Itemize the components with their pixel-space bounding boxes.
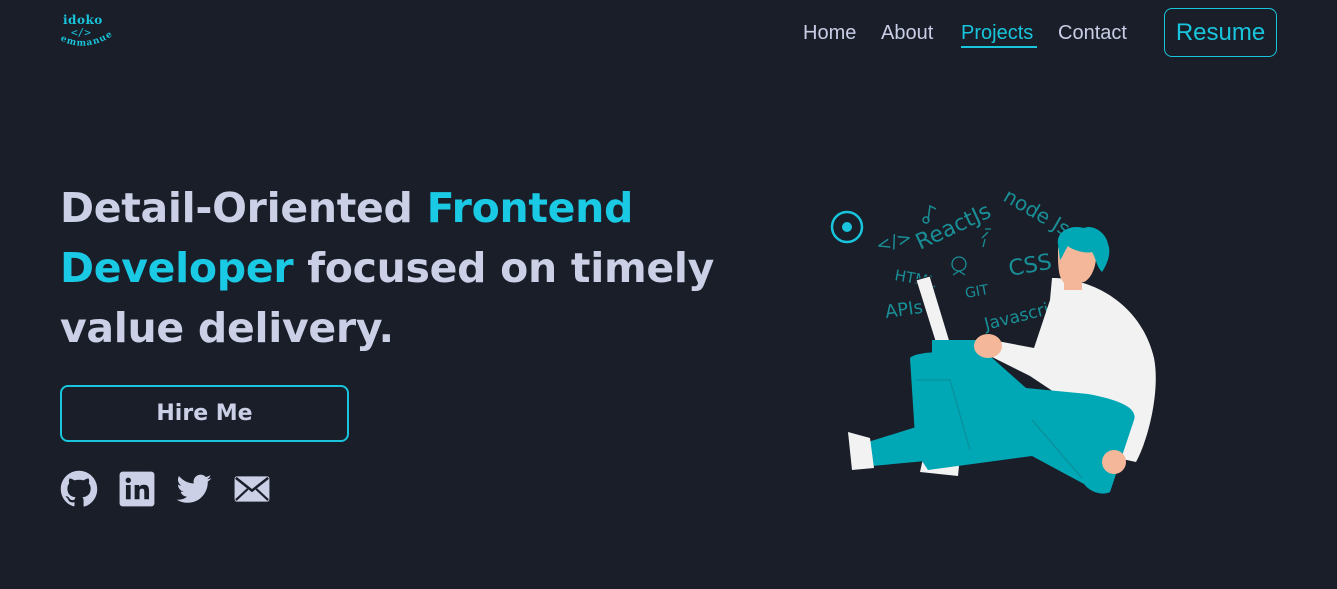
twitter-icon[interactable] xyxy=(175,470,213,508)
main-nav: Home About Projects Contact Resume xyxy=(0,0,1337,70)
nav-projects[interactable]: Projects xyxy=(961,22,1033,45)
headline-part-1: Detail-Oriented xyxy=(60,184,427,232)
hero-section: Detail-Oriented Frontend Developer focus… xyxy=(60,178,720,358)
nav-about[interactable]: About xyxy=(881,22,933,45)
svg-text:APIs: APIs xyxy=(884,297,924,323)
linkedin-icon[interactable] xyxy=(118,470,156,508)
developer-illustration: </> ReactJs node Js HTML GIT CSS APIs Ja… xyxy=(820,180,1180,500)
hire-me-button[interactable]: Hire Me xyxy=(60,385,349,442)
hero-headline: Detail-Oriented Frontend Developer focus… xyxy=(60,178,720,358)
resume-button[interactable]: Resume xyxy=(1164,8,1277,57)
svg-text:GIT: GIT xyxy=(964,282,990,302)
active-nav-underline xyxy=(961,46,1037,48)
mail-icon[interactable] xyxy=(233,470,271,508)
svg-text:CSS: CSS xyxy=(1007,250,1054,282)
nav-contact[interactable]: Contact xyxy=(1058,22,1127,45)
github-icon[interactable] xyxy=(60,470,98,508)
svg-text:</>: </> xyxy=(874,227,914,257)
svg-text:ReactJs: ReactJs xyxy=(912,199,995,255)
nav-home[interactable]: Home xyxy=(803,22,856,45)
